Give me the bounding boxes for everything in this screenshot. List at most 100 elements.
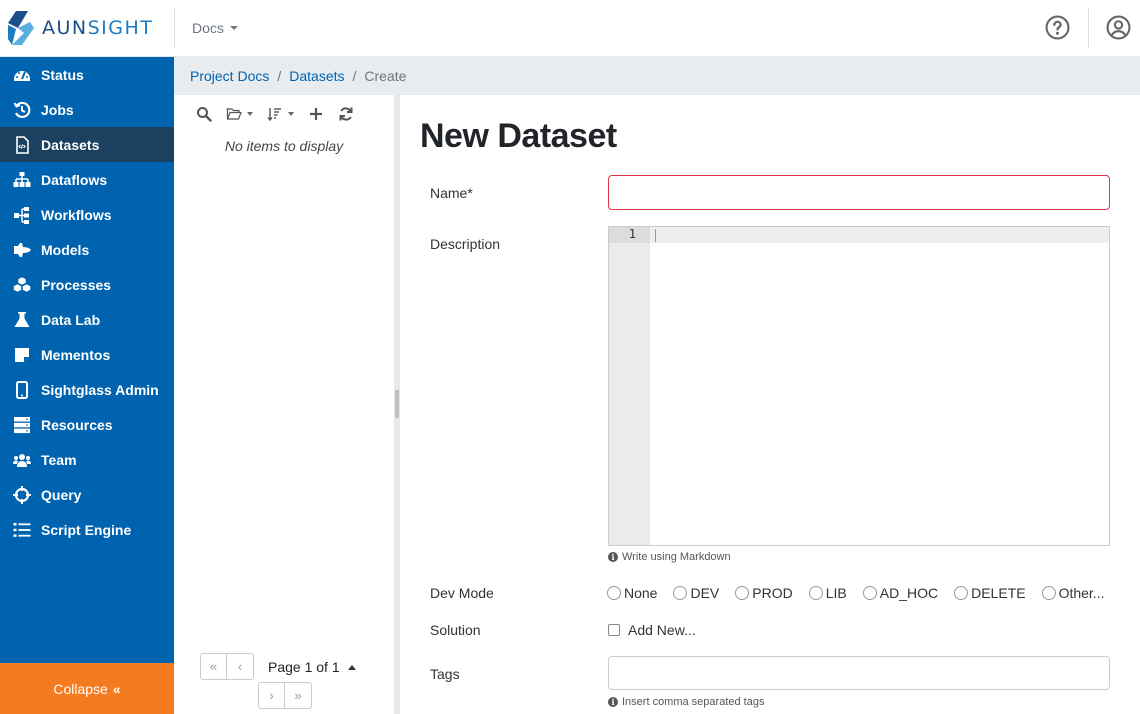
history-icon: [0, 101, 41, 119]
radio-circle: [673, 586, 687, 600]
sidebar-item-jobs[interactable]: Jobs: [0, 92, 174, 127]
radio-circle: [1042, 586, 1056, 600]
user-circle-icon[interactable]: [1106, 15, 1131, 40]
radio-circle: [809, 586, 823, 600]
radio-label: LIB: [826, 585, 847, 601]
refresh-button[interactable]: [338, 106, 354, 122]
radio-label: PROD: [752, 585, 792, 601]
breadcrumb: Project Docs / Datasets / Create: [174, 57, 1140, 95]
sidebar-item-label: Script Engine: [41, 522, 131, 538]
grip-icon: [395, 390, 399, 418]
file-code-icon: [0, 136, 41, 154]
sidebar-item-mementos[interactable]: Mementos: [0, 337, 174, 372]
radio-label: Other...: [1059, 585, 1105, 601]
list-icon: [0, 521, 41, 539]
name-label: Name*: [430, 185, 473, 201]
sidebar-item-status[interactable]: Status: [0, 57, 174, 92]
refresh-icon: [338, 106, 354, 122]
caret-down-icon: [247, 112, 253, 116]
next-page-button[interactable]: ›: [258, 682, 285, 709]
list-toolbar: [196, 106, 354, 122]
dev-mode-radio-group: None DEV PROD LIB AD_HOC DELETE Other...: [607, 585, 1120, 601]
description-hint: i Write using Markdown: [608, 551, 731, 563]
collapse-button[interactable]: Collapse «: [0, 663, 174, 714]
sidebar-item-label: Dataflows: [41, 172, 107, 188]
divider: [174, 8, 175, 48]
sidebar-nav: Status Jobs Datasets Dataflows Workflows Mode…: [0, 57, 174, 547]
dev-mode-radio-delete[interactable]: DELETE: [954, 585, 1025, 601]
sidebar-item-team[interactable]: Team: [0, 442, 174, 477]
radio-circle: [863, 586, 877, 600]
sticky-note-icon: [0, 346, 41, 364]
checkbox-box: [608, 624, 620, 636]
dev-mode-radio-prod[interactable]: PROD: [735, 585, 792, 601]
prev-page-button[interactable]: ‹: [227, 653, 254, 680]
org-dropdown[interactable]: Docs: [192, 20, 238, 36]
add-new-solution-checkbox[interactable]: Add New...: [608, 622, 696, 638]
page-selector[interactable]: Page 1 of 1: [268, 659, 356, 675]
page-title: New Dataset: [420, 117, 617, 156]
first-page-button[interactable]: «: [200, 653, 227, 680]
radio-label: AD_HOC: [880, 585, 938, 601]
sidebar-item-label: Processes: [41, 277, 111, 293]
sidebar-item-data-lab[interactable]: Data Lab: [0, 302, 174, 337]
add-button[interactable]: [308, 106, 324, 122]
dataset-list-panel: No items to display « ‹ Page 1 of 1 › »: [174, 95, 394, 714]
org-dropdown-label: Docs: [192, 20, 224, 36]
info-icon: i: [608, 697, 618, 707]
mobile-icon: [0, 381, 41, 399]
crosshairs-icon: [0, 486, 41, 504]
sort-dropdown-button[interactable]: [267, 106, 294, 122]
sidebar-item-dataflows[interactable]: Dataflows: [0, 162, 174, 197]
dev-mode-radio-dev[interactable]: DEV: [673, 585, 719, 601]
description-editor[interactable]: 1: [608, 226, 1110, 546]
breadcrumb-datasets[interactable]: Datasets: [289, 68, 344, 84]
sidebar-item-sightglass-admin[interactable]: Sightglass Admin: [0, 372, 174, 407]
sidebar: Status Jobs Datasets Dataflows Workflows Mode…: [0, 57, 174, 714]
tags-label: Tags: [430, 666, 460, 682]
sitemap-icon: [0, 171, 41, 189]
folder-dropdown-button[interactable]: [226, 106, 253, 122]
empty-list-message: No items to display: [174, 138, 394, 154]
sidebar-item-models[interactable]: Models: [0, 232, 174, 267]
sidebar-item-label: Models: [41, 242, 89, 258]
last-page-button[interactable]: »: [285, 682, 312, 709]
sidebar-item-workflows[interactable]: Workflows: [0, 197, 174, 232]
question-circle-icon[interactable]: [1045, 15, 1070, 40]
sidebar-item-datasets[interactable]: Datasets: [0, 127, 174, 162]
logo-text: AUNSIGHT: [42, 17, 153, 39]
flask-icon: [0, 311, 41, 329]
radio-label: DELETE: [971, 585, 1025, 601]
dev-mode-radio-other[interactable]: Other...: [1042, 585, 1105, 601]
radio-circle: [735, 586, 749, 600]
dev-mode-radio-ad_hoc[interactable]: AD_HOC: [863, 585, 938, 601]
sidebar-item-processes[interactable]: Processes: [0, 267, 174, 302]
solution-label: Solution: [430, 622, 481, 638]
editor-gutter: 1: [609, 227, 650, 545]
caret-down-icon: [230, 26, 238, 30]
users-icon: [0, 451, 41, 469]
breadcrumb-separator: /: [353, 68, 357, 84]
breadcrumb-current: Create: [364, 68, 406, 84]
tags-input[interactable]: [608, 656, 1110, 690]
caret-up-icon: [348, 665, 356, 670]
info-icon: i: [608, 552, 618, 562]
sort-icon: [267, 106, 283, 122]
sidebar-item-label: Resources: [41, 417, 113, 433]
server-icon: [0, 416, 41, 434]
sidebar-item-label: Team: [41, 452, 77, 468]
breadcrumb-project-docs[interactable]: Project Docs: [190, 68, 269, 84]
dev-mode-radio-none[interactable]: None: [607, 585, 657, 601]
dev-mode-radio-lib[interactable]: LIB: [809, 585, 847, 601]
sidebar-item-label: Jobs: [41, 102, 74, 118]
description-hint-text: Write using Markdown: [622, 551, 731, 563]
radio-circle: [607, 586, 621, 600]
aunsight-logo[interactable]: AUNSIGHT: [8, 11, 153, 45]
space-shuttle-icon: [0, 241, 41, 259]
search-button[interactable]: [196, 106, 212, 122]
sidebar-item-query[interactable]: Query: [0, 477, 174, 512]
dev-mode-label: Dev Mode: [430, 585, 494, 601]
sidebar-item-script-engine[interactable]: Script Engine: [0, 512, 174, 547]
sidebar-item-resources[interactable]: Resources: [0, 407, 174, 442]
name-input[interactable]: [608, 175, 1110, 210]
